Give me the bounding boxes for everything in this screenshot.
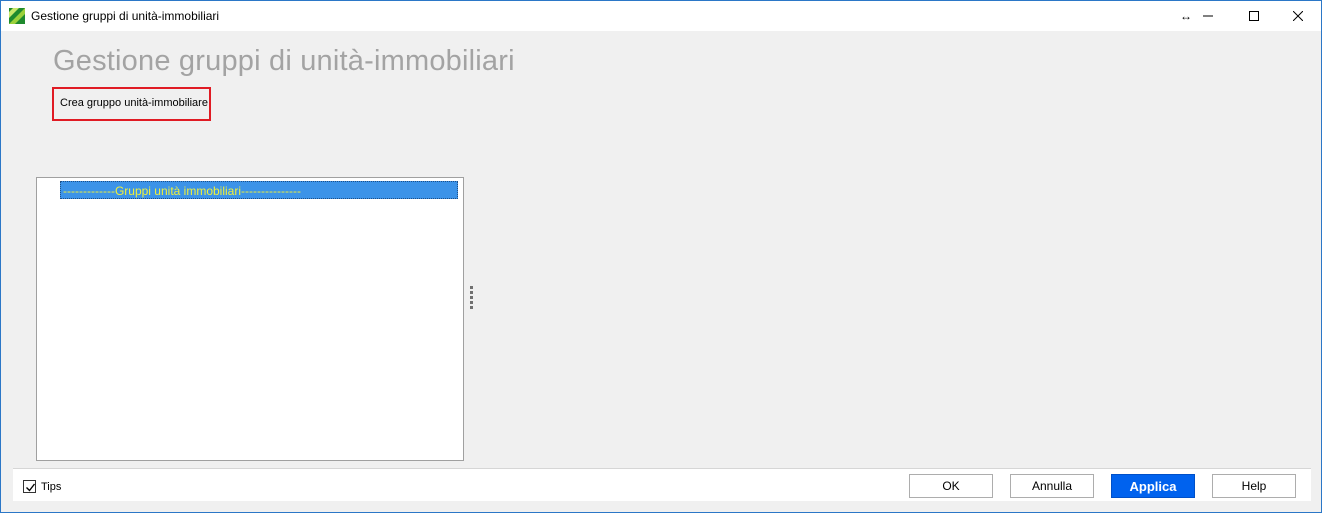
maximize-button[interactable]	[1231, 1, 1277, 31]
grip-dot	[470, 301, 473, 304]
tips-label: Tips	[41, 481, 62, 493]
window-title: Gestione gruppi di unità-immobiliari	[31, 9, 220, 23]
minimize-button[interactable]	[1185, 1, 1231, 31]
grip-dot	[470, 286, 473, 289]
tree-item-root[interactable]: -------------Gruppi unità immobiliari---…	[60, 181, 458, 199]
splitter-handle[interactable]	[469, 286, 475, 312]
dialog-window: Gestione gruppi di unità-immobiliari ↔ G…	[0, 0, 1322, 513]
close-button[interactable]	[1275, 1, 1321, 31]
footer-bar: Tips OK Annulla Applica Help	[13, 468, 1311, 501]
tips-checkbox[interactable]	[23, 480, 36, 493]
title-bar[interactable]: Gestione gruppi di unità-immobiliari ↔	[1, 1, 1321, 31]
help-button[interactable]: Help	[1212, 474, 1296, 498]
group-tree[interactable]: -------------Gruppi unità immobiliari---…	[36, 177, 464, 461]
checkmark-icon	[26, 483, 36, 492]
cancel-button[interactable]: Annulla	[1010, 474, 1094, 498]
apply-button[interactable]: Applica	[1111, 474, 1195, 498]
grip-dot	[470, 296, 473, 299]
create-group-link[interactable]: Crea gruppo unità-immobiliare	[52, 87, 211, 121]
ok-button[interactable]: OK	[909, 474, 993, 498]
grip-dot	[470, 291, 473, 294]
page-title: Gestione gruppi di unità-immobiliari	[53, 45, 515, 77]
app-icon	[9, 8, 25, 24]
grip-dot	[470, 306, 473, 309]
